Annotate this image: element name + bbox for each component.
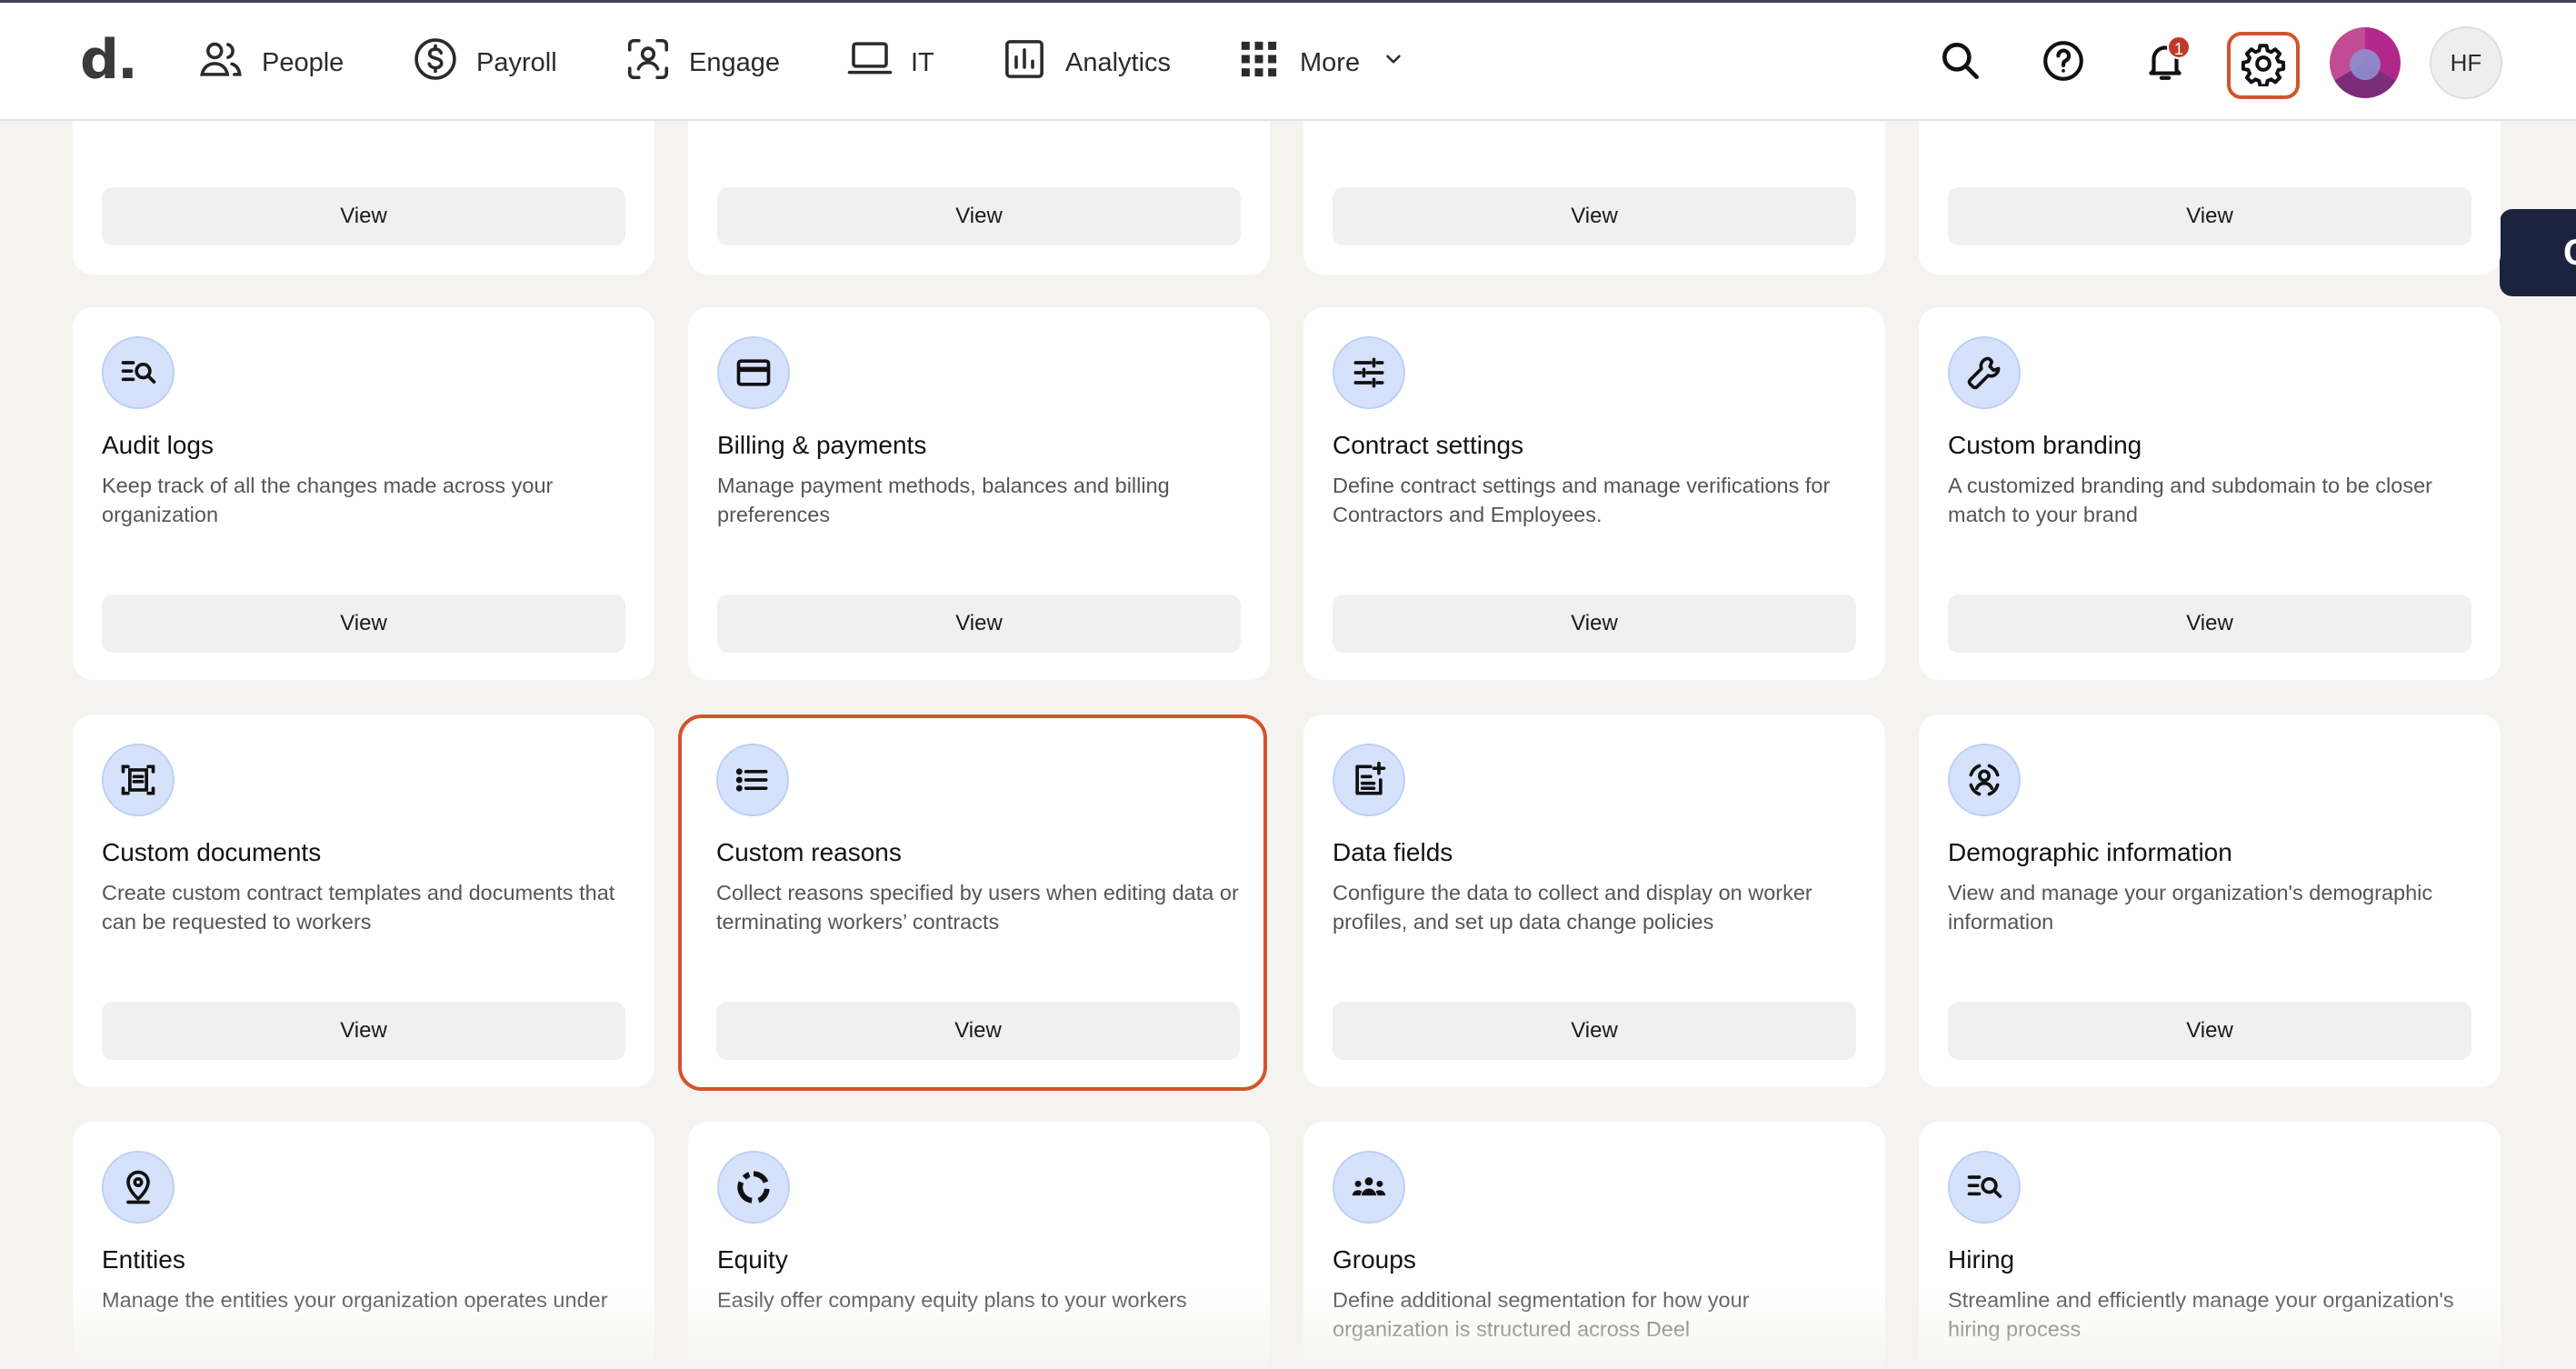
card-data-fields: Data fields Configure the data to collec… <box>1303 714 1885 1087</box>
user-avatar[interactable]: HF <box>2430 26 2502 99</box>
card-contract-settings: Contract settings Define contract settin… <box>1303 307 1885 680</box>
grid-icon <box>1234 35 1283 91</box>
view-button[interactable]: View <box>717 187 1241 245</box>
card-title: Audit logs <box>102 431 214 459</box>
nav-label: Engage <box>689 47 780 77</box>
card-equity: Equity Easily offer company equity plans… <box>688 1122 1270 1369</box>
card-description: Manage the entities your organization op… <box>102 1288 608 1312</box>
view-demographic-information-button[interactable]: View <box>1948 1002 2471 1060</box>
card-groups: Groups Define additional segmentation fo… <box>1303 1122 1885 1369</box>
view-billing-payments-button[interactable]: View <box>717 595 1241 653</box>
people-icon <box>196 35 245 91</box>
card-custom-branding: Custom branding A customized branding an… <box>1919 307 2501 680</box>
nav-item-analytics[interactable]: Analytics <box>1000 35 1171 90</box>
card-description: Keep track of all the changes made acros… <box>102 474 554 526</box>
search-button[interactable] <box>1932 34 1990 92</box>
card-title: Custom branding <box>1948 431 2142 459</box>
card-description: Manage payment methods, balances and bil… <box>717 474 1170 526</box>
nav-item-people[interactable]: People <box>196 35 344 90</box>
view-button[interactable]: View <box>102 187 625 245</box>
card-description: A customized branding and subdomain to b… <box>1948 474 2432 526</box>
notifications-button[interactable]: 1 <box>2136 34 2194 92</box>
nav-item-engage[interactable]: Engage <box>624 35 780 90</box>
location-pin-icon <box>102 1151 175 1224</box>
card-description: View and manage your organization's demo… <box>1948 881 2433 934</box>
card-title: Hiring <box>1948 1245 2015 1274</box>
card-hiring: Hiring Streamline and efficiently manage… <box>1919 1122 2501 1369</box>
nav-label: People <box>262 47 344 77</box>
help-button[interactable] <box>2034 34 2092 92</box>
dollar-icon <box>411 35 460 91</box>
view-custom-reasons-button[interactable]: View <box>716 1002 1240 1060</box>
card-entities: Entities Manage the entities your organi… <box>73 1122 654 1369</box>
card-description: Collect reasons specified by users when … <box>716 881 1239 934</box>
view-custom-branding-button[interactable]: View <box>1948 595 2471 653</box>
person-scan-icon <box>1948 744 2021 816</box>
settings-button[interactable] <box>2227 32 2300 99</box>
card-title: Equity <box>717 1245 788 1274</box>
card-title: Groups <box>1333 1245 1416 1274</box>
analytics-icon <box>1000 35 1049 91</box>
equity-ring-icon <box>717 1151 790 1224</box>
groups-icon <box>1333 1151 1405 1224</box>
help-icon <box>2041 38 2086 88</box>
card-custom-reasons: Custom reasons Collect reasons specified… <box>678 714 1267 1091</box>
chevron-down-icon <box>1376 47 1405 78</box>
card-title: Demographic information <box>1948 838 2232 866</box>
side-feedback-tab[interactable]: C <box>2500 209 2576 296</box>
view-button[interactable]: View <box>1948 187 2471 245</box>
card-billing-payments: Billing & payments Manage payment method… <box>688 307 1270 680</box>
view-data-fields-button[interactable]: View <box>1333 1002 1856 1060</box>
gear-icon <box>2241 41 2286 91</box>
nav-label: More <box>1300 47 1361 77</box>
view-contract-settings-button[interactable]: View <box>1333 595 1856 653</box>
card-title: Billing & payments <box>717 431 927 459</box>
sliders-icon <box>1333 336 1405 409</box>
search-icon <box>1938 38 1983 88</box>
card-title: Entities <box>102 1245 185 1274</box>
credit-card-icon <box>717 336 790 409</box>
card-title: Custom documents <box>102 838 322 866</box>
notification-count-badge: 1 <box>2167 35 2191 59</box>
engage-icon <box>624 35 673 91</box>
card-description: Easily offer company equity plans to you… <box>717 1288 1187 1312</box>
card-title: Contract settings <box>1333 431 1524 459</box>
nav-item-more[interactable]: More <box>1234 35 1405 90</box>
audit-search-icon <box>102 336 175 409</box>
card-description: Define contract settings and manage veri… <box>1333 474 1831 526</box>
top-navigation-bar: d. People Payroll Engage IT Analytics Mo… <box>0 0 2576 121</box>
card-description: Configure the data to collect and displa… <box>1333 881 1812 934</box>
view-custom-documents-button[interactable]: View <box>102 1002 625 1060</box>
card-demographic-information: Demographic information View and manage … <box>1919 714 2501 1087</box>
add-note-icon <box>1333 744 1405 816</box>
card-audit-logs: Audit logs Keep track of all the changes… <box>73 307 654 680</box>
nav-item-it[interactable]: IT <box>845 35 934 90</box>
list-icon <box>716 744 789 816</box>
nav-item-payroll[interactable]: Payroll <box>411 35 557 90</box>
view-button[interactable]: View <box>1333 187 1856 245</box>
view-audit-logs-button[interactable]: View <box>102 595 625 653</box>
document-scan-icon <box>102 744 175 816</box>
wrench-icon <box>1948 336 2021 409</box>
card-description: Create custom contract templates and doc… <box>102 881 615 934</box>
nav-label: Analytics <box>1065 47 1172 77</box>
nav-label: IT <box>911 47 934 77</box>
nav-label: Payroll <box>476 47 557 77</box>
card-description: Define additional segmentation for how y… <box>1333 1288 1750 1341</box>
organization-avatar[interactable] <box>2330 27 2401 98</box>
card-title: Custom reasons <box>716 838 902 866</box>
deel-logo[interactable]: d. <box>80 28 138 92</box>
card-description: Streamline and efficiently manage your o… <box>1948 1288 2454 1341</box>
card-custom-documents: Custom documents Create custom contract … <box>73 714 654 1087</box>
laptop-icon <box>845 35 894 91</box>
card-title: Data fields <box>1333 838 1453 866</box>
hiring-search-icon <box>1948 1151 2021 1224</box>
